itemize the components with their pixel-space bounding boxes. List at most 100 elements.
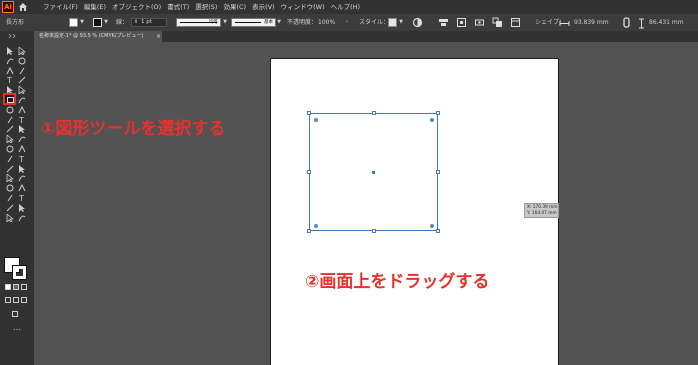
blend-tool-icon[interactable] <box>6 155 14 163</box>
type-tool-icon[interactable] <box>18 214 26 222</box>
perspective-tool-icon[interactable] <box>6 135 14 144</box>
panel-grip-icon[interactable] <box>6 33 26 38</box>
menu-file[interactable]: ファイル(F) <box>43 0 78 14</box>
rotate-tool-icon[interactable] <box>18 105 26 114</box>
handle-top-middle[interactable] <box>372 111 376 115</box>
stroke-weight-field[interactable]: ⇕ 1 pt <box>131 18 167 27</box>
stepper-icon[interactable]: ⇕ <box>134 19 138 26</box>
menu-select[interactable]: 選択(S) <box>195 0 217 14</box>
curvature-tool-icon[interactable] <box>6 213 14 222</box>
lasso-tool-icon[interactable] <box>6 204 14 212</box>
stroke-label: 線： <box>116 19 129 26</box>
width-icon <box>559 21 570 26</box>
selection-tool-icon[interactable] <box>6 47 14 55</box>
none-mode-button[interactable] <box>21 284 27 290</box>
handle-bottom-left[interactable] <box>307 229 311 233</box>
svg-text:T: T <box>18 116 24 124</box>
pen-tool-icon[interactable] <box>18 203 26 212</box>
width-value[interactable]: 93.839 mm <box>574 14 609 31</box>
handle-top-right[interactable] <box>436 111 440 115</box>
menu-effect[interactable]: 効果(C) <box>223 0 246 14</box>
constrain-link-icon[interactable] <box>621 17 632 28</box>
eyedropper-tool-icon[interactable] <box>18 145 26 153</box>
line-segment-tool-icon[interactable] <box>18 76 26 84</box>
more-tools-icon[interactable]: … <box>13 323 21 332</box>
opacity-arrow-icon[interactable]: › <box>344 19 350 26</box>
handle-bottom-middle[interactable] <box>372 229 376 233</box>
menu-help[interactable]: ヘルプ(H) <box>331 0 360 14</box>
menu-window[interactable]: ウィンドウ(W) <box>281 0 325 14</box>
handle-middle-left[interactable] <box>307 170 311 174</box>
gradient-tool-icon[interactable] <box>6 145 14 153</box>
corner-widget-bottom-right[interactable] <box>430 224 434 228</box>
zoom-tool-icon[interactable] <box>6 184 14 192</box>
curvature-tool-icon[interactable] <box>18 67 26 75</box>
eraser-tool-icon[interactable] <box>6 106 14 114</box>
close-icon[interactable]: × <box>156 31 161 42</box>
menu-object[interactable]: オブジェクト(O) <box>112 0 161 14</box>
handle-bottom-right[interactable] <box>436 229 440 233</box>
corner-widget-bottom-left[interactable] <box>314 224 318 228</box>
hand-tool-icon[interactable] <box>18 174 26 182</box>
arrange-icon[interactable] <box>492 17 503 28</box>
stroke-dropdown-icon[interactable]: ▼ <box>103 19 109 26</box>
selection-tool-icon[interactable] <box>18 184 26 192</box>
symbol-sprayer-tool-icon[interactable]: T <box>18 155 26 163</box>
tooltip-x: X: 170.39 mm <box>527 205 558 210</box>
home-icon[interactable] <box>18 2 28 12</box>
style-swatch[interactable] <box>388 18 397 27</box>
fill-swatch[interactable] <box>69 18 78 27</box>
magic-wand-tool-icon[interactable] <box>6 57 14 65</box>
stroke-swatch[interactable] <box>93 18 102 27</box>
magic-wand-tool-icon[interactable]: T <box>18 194 26 202</box>
recolor-icon[interactable] <box>412 17 423 28</box>
profile-dropdown-icon[interactable]: ▼ <box>222 19 228 26</box>
pen-tool-icon[interactable] <box>6 66 14 75</box>
direct-selection-tool-icon[interactable] <box>18 47 26 55</box>
free-transform-tool-icon[interactable] <box>6 125 14 133</box>
center-point <box>372 171 375 174</box>
style-dropdown-icon[interactable]: ▼ <box>398 19 404 26</box>
menu-view[interactable]: 表示(V) <box>252 0 275 14</box>
shape-builder-tool-icon[interactable] <box>18 125 26 134</box>
rectangle-tool-button[interactable] <box>3 93 16 105</box>
lasso-tool-icon[interactable] <box>18 57 26 65</box>
document-tab-label: 名称未設定-1* @ 93.5 % (CMYK/プレビュー) <box>39 33 144 39</box>
corner-widget-top-left[interactable] <box>314 118 318 122</box>
screen-mode-button[interactable] <box>12 311 18 317</box>
corner-widget-top-right[interactable] <box>430 118 434 122</box>
width-tool-icon[interactable]: T <box>18 116 26 124</box>
handle-middle-right[interactable] <box>436 170 440 174</box>
draw-behind-button[interactable] <box>13 297 19 303</box>
mesh-tool-icon[interactable] <box>18 135 26 143</box>
type-tool-icon[interactable]: T <box>6 76 14 84</box>
opacity-value[interactable]: 100% <box>318 14 335 31</box>
document-tab[interactable]: 名称未設定-1* @ 93.5 % (CMYK/プレビュー) × <box>34 31 162 42</box>
graph-tool-icon[interactable] <box>6 165 14 173</box>
direct-selection-tool-icon[interactable] <box>6 194 14 202</box>
slice-tool-icon[interactable] <box>6 174 14 183</box>
menu-type[interactable]: 書式(T) <box>167 0 189 14</box>
fill-dropdown-icon[interactable]: ▼ <box>79 19 85 26</box>
handle-top-left[interactable] <box>307 111 311 115</box>
isolate-icon[interactable] <box>474 17 485 28</box>
draw-inside-button[interactable] <box>21 297 27 303</box>
brush-definition[interactable]: 基本 <box>231 18 276 27</box>
height-value[interactable]: 86.431 mm <box>649 14 684 31</box>
brush-dropdown-icon[interactable]: ▼ <box>276 19 282 26</box>
panel-icon[interactable] <box>510 17 521 28</box>
align-icon[interactable] <box>438 17 449 28</box>
paintbrush-tool-icon[interactable] <box>18 86 26 95</box>
variable-width-profile[interactable]: 均等 <box>176 18 221 27</box>
document-tab-bar: 名称未設定-1* @ 93.5 % (CMYK/プレビュー) × <box>34 31 698 42</box>
gradient-mode-button[interactable] <box>13 284 19 290</box>
menu-edit[interactable]: 編集(E) <box>84 0 106 14</box>
draw-normal-button[interactable] <box>5 297 11 303</box>
color-mode-button[interactable] <box>5 284 11 290</box>
stroke-color-box[interactable] <box>12 265 27 280</box>
profile-label: 均等 <box>209 20 218 25</box>
transform-icon[interactable] <box>456 17 467 28</box>
artboard-tool-icon[interactable] <box>18 164 26 173</box>
scale-tool-icon[interactable] <box>6 116 14 124</box>
shaper-tool-icon[interactable] <box>18 96 26 104</box>
